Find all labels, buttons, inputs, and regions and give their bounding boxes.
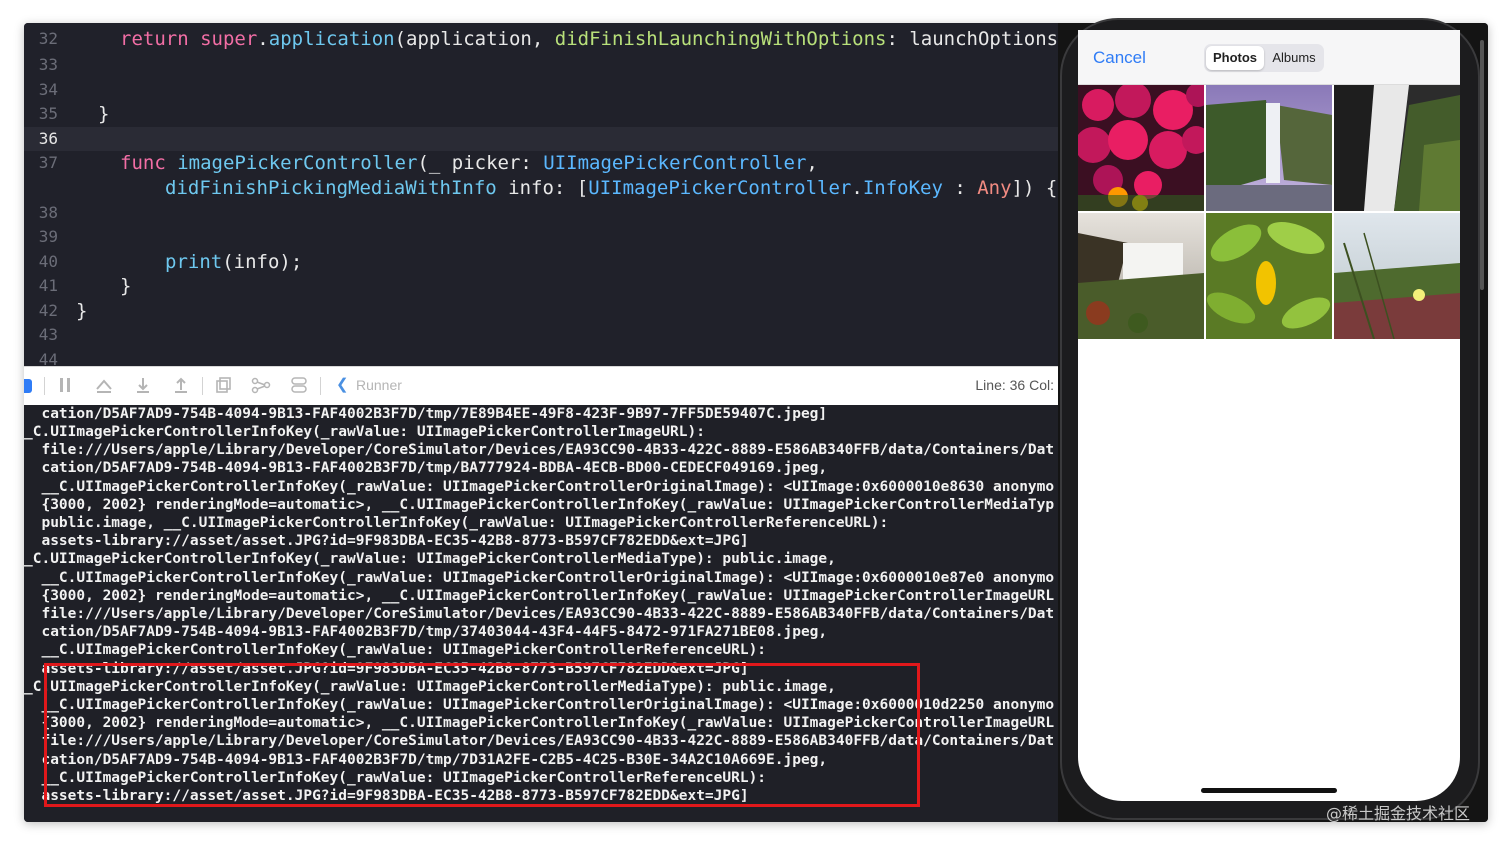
breakpoints-toggle-icon[interactable] bbox=[24, 379, 32, 393]
code-line-38: 38 bbox=[38, 203, 58, 222]
code-line-44: 44 bbox=[38, 350, 58, 366]
flutter-icon: ❮ bbox=[336, 376, 349, 393]
memory-graph-icon[interactable] bbox=[251, 376, 271, 396]
picker-nav-bar: Cancel Photos Albums bbox=[1078, 30, 1460, 85]
line-number: 32 bbox=[38, 29, 58, 48]
code-editor[interactable]: 32 return super.application(application,… bbox=[24, 23, 1058, 366]
debug-console[interactable]: cation/D5AF7AD9-754B-4094-9B13-FAF4002B3… bbox=[24, 405, 1058, 822]
step-over-icon[interactable] bbox=[94, 376, 114, 396]
console-line: assets-library://asset/asset.JPG?id=9F98… bbox=[24, 533, 749, 549]
code-line-35: 35 } bbox=[38, 103, 110, 125]
pause-icon[interactable] bbox=[58, 376, 72, 396]
highlight-annotation-box bbox=[44, 663, 920, 807]
scrollbar[interactable] bbox=[1480, 40, 1484, 290]
console-line: {3000, 2002} renderingMode=automatic>, _… bbox=[24, 497, 1055, 513]
debug-toolbar: ❮ Runner Line: 36 Col: bbox=[24, 366, 1058, 406]
environment-overrides-icon[interactable] bbox=[290, 376, 308, 396]
code-line-32: 32 return super.application(application,… bbox=[24, 27, 1058, 51]
console-line: cation/D5AF7AD9-754B-4094-9B13-FAF4002B3… bbox=[24, 406, 828, 422]
tab-albums[interactable]: Albums bbox=[1266, 46, 1322, 70]
coastal-waterfall-photo[interactable] bbox=[1078, 213, 1204, 339]
green-leaves-photo[interactable] bbox=[1206, 213, 1332, 339]
waterfall-rocks-photo[interactable] bbox=[1334, 85, 1460, 211]
console-line: cation/D5AF7AD9-754B-4094-9B13-FAF4002B3… bbox=[24, 624, 828, 640]
code-line-40: 40 print(info); bbox=[38, 251, 303, 273]
console-line: _C.UIImagePickerControllerInfoKey(_rawVa… bbox=[24, 551, 836, 567]
code-line-41: 41 } bbox=[38, 275, 132, 297]
console-line: {3000, 2002} renderingMode=automatic>, _… bbox=[24, 588, 1055, 604]
console-line: file:///Users/apple/Library/Developer/Co… bbox=[24, 606, 1055, 622]
magenta-flowers-photo[interactable] bbox=[1078, 85, 1204, 211]
code-line-43: 43 bbox=[38, 325, 58, 344]
home-indicator[interactable] bbox=[1201, 788, 1337, 793]
code-line-42: 42 } bbox=[38, 300, 88, 322]
code-line-33: 33 bbox=[38, 55, 58, 74]
runner-target-label[interactable]: Runner bbox=[356, 377, 402, 393]
step-into-icon[interactable] bbox=[134, 376, 152, 396]
console-line: __C.UIImagePickerControllerInfoKey(_rawV… bbox=[24, 570, 1055, 586]
console-line: __C.UIImagePickerControllerInfoKey(_rawV… bbox=[24, 479, 1055, 495]
console-line: file:///Users/apple/Library/Developer/Co… bbox=[24, 442, 1055, 458]
grass-flower-photo[interactable] bbox=[1334, 213, 1460, 339]
code-line-34: 34 bbox=[38, 80, 58, 99]
code-line-39: 39 bbox=[38, 227, 58, 246]
line-column-indicator: Line: 36 Col: bbox=[975, 377, 1054, 393]
cancel-button[interactable]: Cancel bbox=[1093, 48, 1146, 68]
watermark-text: @稀土掘金技术社区 bbox=[1326, 804, 1471, 823]
image-picker-screen: Cancel Photos Albums bbox=[1078, 30, 1460, 801]
tab-photos[interactable]: Photos bbox=[1206, 46, 1264, 70]
code-line-36-current: 36 bbox=[24, 127, 1058, 151]
waterfall-cliff-photo[interactable] bbox=[1206, 85, 1332, 211]
console-line: public.image, __C.UIImagePickerControlle… bbox=[24, 515, 889, 531]
console-line: _C.UIImagePickerControllerInfoKey(_rawVa… bbox=[24, 424, 705, 440]
step-out-icon[interactable] bbox=[172, 376, 190, 396]
console-line: cation/D5AF7AD9-754B-4094-9B13-FAF4002B3… bbox=[24, 460, 828, 476]
console-line: __C.UIImagePickerControllerInfoKey(_rawV… bbox=[24, 642, 767, 658]
code-line-37: 37 func imagePickerController(_ picker: … bbox=[38, 152, 818, 174]
code-line-37-continued: didFinishPickingMediaWithInfo info: [UII… bbox=[165, 177, 1058, 199]
debug-view-hierarchy-icon[interactable] bbox=[214, 376, 232, 396]
photos-albums-segmented-control: Photos Albums bbox=[1204, 44, 1324, 72]
